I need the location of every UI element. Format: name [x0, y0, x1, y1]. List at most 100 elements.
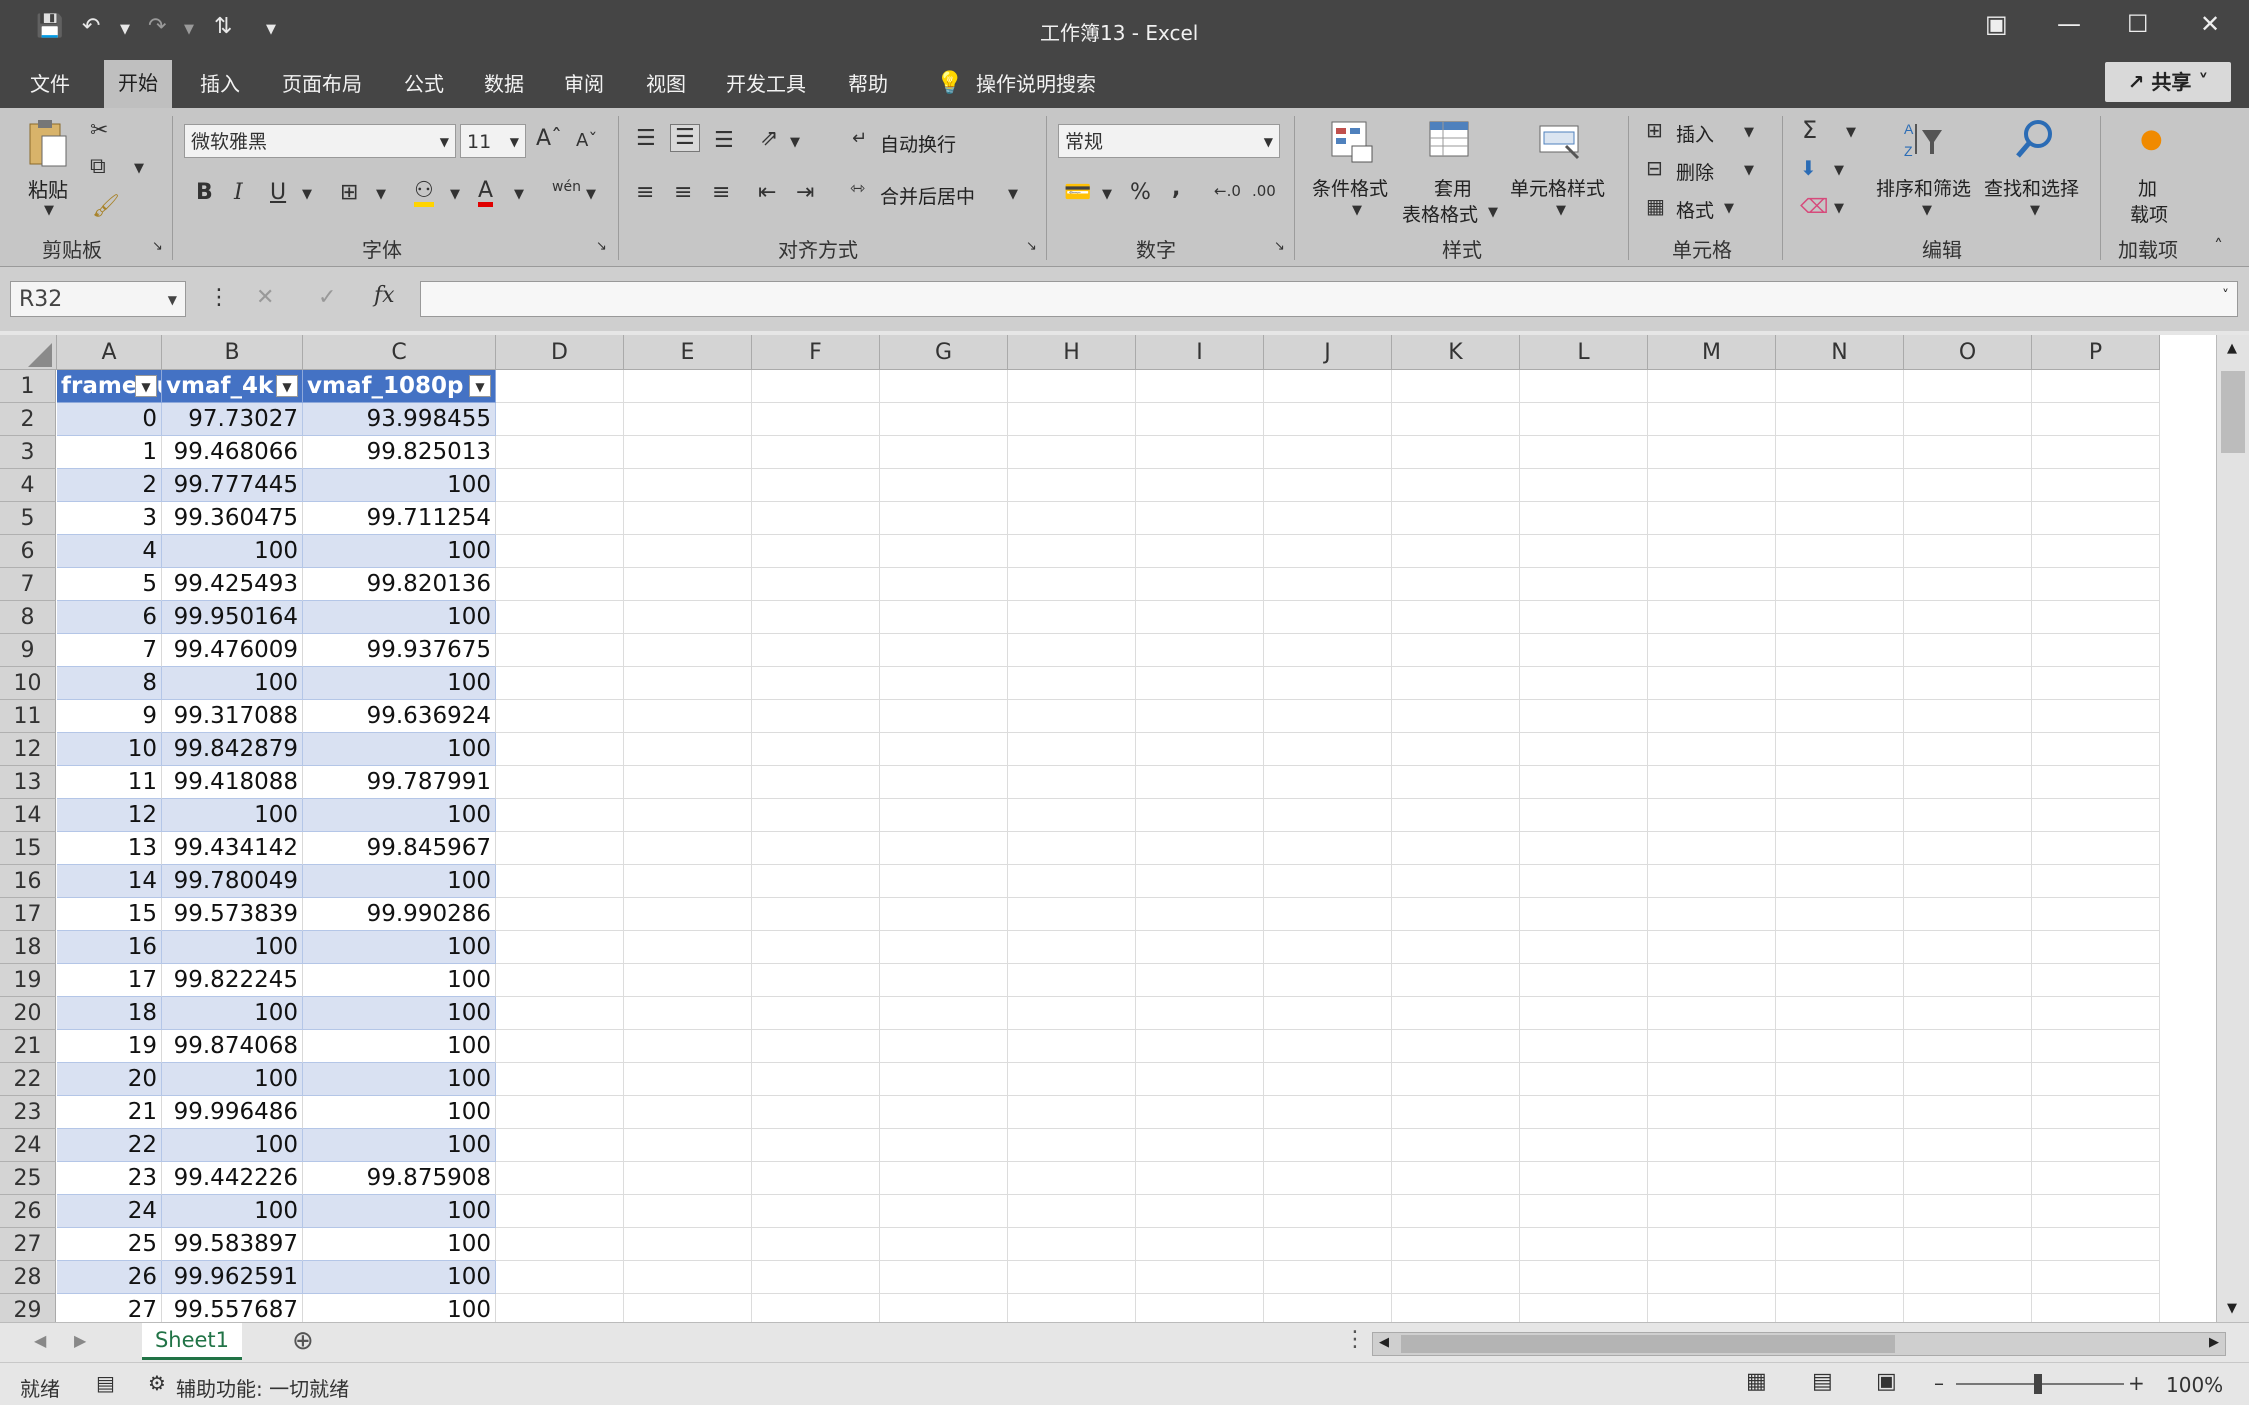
format-cells-icon[interactable]: ▦	[1646, 196, 1665, 216]
maximize-icon[interactable]: ☐	[2127, 10, 2149, 38]
align-top-icon[interactable]: ☰	[636, 128, 656, 150]
table-cell[interactable]: 99.820136	[303, 568, 496, 601]
font-size-combo[interactable]: 11 ▼	[460, 124, 526, 158]
more-icon[interactable]: ⋮	[1344, 1327, 1366, 1352]
table-cell[interactable]: 99.360475	[162, 502, 303, 535]
table-cell[interactable]: 100	[303, 1294, 496, 1322]
table-cell[interactable]: 11	[57, 766, 162, 799]
save-icon[interactable]: 💾	[36, 14, 63, 39]
redo-dropdown-icon[interactable]: ▼	[184, 22, 194, 37]
tab-home[interactable]: 开始	[104, 60, 172, 108]
conditional-format-icon[interactable]	[1330, 120, 1374, 164]
table-cell[interactable]: 99.962591	[162, 1261, 303, 1294]
scroll-up-icon[interactable]: ▲	[2227, 341, 2237, 356]
tab-file[interactable]: 文件	[24, 66, 76, 102]
paste-dropdown-icon[interactable]: ▼	[44, 204, 54, 217]
merge-center-button[interactable]: 合并后居中	[880, 182, 975, 209]
close-icon[interactable]: ✕	[2200, 10, 2220, 38]
column-header[interactable]: I	[1136, 335, 1264, 370]
ribbon-display-icon[interactable]: ▣	[1985, 10, 2008, 38]
orientation-icon[interactable]: ⇗	[760, 128, 778, 150]
row-header[interactable]: 19	[0, 964, 56, 997]
accessibility-status[interactable]: 辅助功能: 一切就绪	[176, 1373, 349, 1402]
table-cell[interactable]: 100	[162, 931, 303, 964]
table-cell[interactable]: 100	[162, 1129, 303, 1162]
table-cell[interactable]: 3	[57, 502, 162, 535]
table-cell[interactable]: 100	[162, 997, 303, 1030]
table-cell[interactable]: 17	[57, 964, 162, 997]
addins-icon[interactable]: ●	[2140, 126, 2163, 152]
tab-view[interactable]: 视图	[640, 66, 692, 102]
clear-icon[interactable]: ⌫	[1800, 196, 1828, 216]
table-cell[interactable]: 100	[303, 964, 496, 997]
conditional-format-button[interactable]: 条件格式	[1312, 174, 1388, 201]
table-cell[interactable]: 20	[57, 1063, 162, 1096]
autosum-dropdown-icon[interactable]: ▼	[1846, 126, 1856, 139]
fill-color-dropdown-icon[interactable]: ▼	[450, 188, 460, 201]
table-cell[interactable]: 99.583897	[162, 1228, 303, 1261]
table-cell[interactable]: 99.822245	[162, 964, 303, 997]
underline-button[interactable]: U	[270, 182, 286, 204]
page-break-view-icon[interactable]: ▣	[1876, 1369, 1897, 1394]
autosum-icon[interactable]: Σ	[1802, 118, 1817, 142]
row-header[interactable]: 18	[0, 931, 56, 964]
table-cell[interactable]: 99.874068	[162, 1030, 303, 1063]
table-cell[interactable]: 15	[57, 898, 162, 931]
orientation-dropdown-icon[interactable]: ▼	[790, 136, 800, 149]
table-cell[interactable]: 100	[303, 1129, 496, 1162]
table-cell[interactable]: 99.842879	[162, 733, 303, 766]
table-cell[interactable]: 100	[303, 667, 496, 700]
copy-dropdown-icon[interactable]: ▼	[134, 162, 144, 175]
fill-dropdown-icon[interactable]: ▼	[1834, 164, 1844, 177]
cell-styles-icon[interactable]	[1538, 120, 1582, 164]
row-header[interactable]: 2	[0, 403, 56, 436]
minimize-icon[interactable]: —	[2057, 10, 2081, 38]
table-cell[interactable]: 99.875908	[303, 1162, 496, 1195]
delete-cells-icon[interactable]: ⊟	[1646, 158, 1663, 178]
row-header[interactable]: 24	[0, 1129, 56, 1162]
table-cell[interactable]: 100	[303, 1030, 496, 1063]
table-cell[interactable]: 27	[57, 1294, 162, 1322]
currency-icon[interactable]: 💳	[1064, 182, 1091, 204]
table-cell[interactable]: 100	[162, 667, 303, 700]
align-middle-icon[interactable]: ☰	[670, 124, 700, 152]
column-header[interactable]: C	[303, 335, 496, 370]
border-dropdown-icon[interactable]: ▼	[376, 188, 386, 201]
conditional-dropdown-icon[interactable]: ▼	[1352, 204, 1362, 217]
scroll-down-icon[interactable]: ▼	[2227, 1301, 2237, 1316]
horizontal-scroll-thumb[interactable]	[1401, 1335, 1895, 1353]
format-dropdown-icon[interactable]: ▼	[1724, 202, 1734, 215]
column-header[interactable]: F	[752, 335, 880, 370]
sort-filter-button[interactable]: 排序和筛选	[1876, 174, 1971, 201]
collapse-ribbon-icon[interactable]: ˄	[2214, 238, 2223, 256]
row-header[interactable]: 6	[0, 535, 56, 568]
row-header[interactable]: 28	[0, 1261, 56, 1294]
border-icon[interactable]: ⊞	[340, 182, 358, 204]
tab-data[interactable]: 数据	[478, 66, 530, 102]
accessibility-icon[interactable]: ⚙	[148, 1371, 166, 1395]
next-sheet-icon[interactable]: ▶	[74, 1331, 86, 1350]
align-center-icon[interactable]: ≡	[674, 182, 692, 204]
find-select-icon[interactable]	[2012, 118, 2056, 162]
table-cell[interactable]: 24	[57, 1195, 162, 1228]
row-header[interactable]: 26	[0, 1195, 56, 1228]
table-cell[interactable]: 12	[57, 799, 162, 832]
column-header[interactable]: B	[162, 335, 303, 370]
table-cell[interactable]: 99.777445	[162, 469, 303, 502]
table-cell[interactable]: 99.476009	[162, 634, 303, 667]
add-sheet-icon[interactable]: ⊕	[292, 1326, 314, 1356]
align-right-icon[interactable]: ≡	[712, 182, 730, 204]
find-dropdown-icon[interactable]: ▼	[2030, 204, 2040, 217]
tab-developer[interactable]: 开发工具	[720, 66, 812, 102]
sort-dropdown-icon[interactable]: ▼	[1922, 204, 1932, 217]
tab-help[interactable]: 帮助	[842, 66, 894, 102]
number-format-combo[interactable]: 常规 ▼	[1058, 124, 1280, 158]
table-cell[interactable]: 99.317088	[162, 700, 303, 733]
expand-formula-icon[interactable]: ˅	[2222, 288, 2229, 304]
scroll-right-icon[interactable]: ▶	[2209, 1335, 2219, 1350]
tab-insert[interactable]: 插入	[194, 66, 246, 102]
row-header[interactable]: 14	[0, 799, 56, 832]
table-cell[interactable]: 99.787991	[303, 766, 496, 799]
table-cell[interactable]: 100	[303, 535, 496, 568]
clear-dropdown-icon[interactable]: ▼	[1834, 202, 1844, 215]
